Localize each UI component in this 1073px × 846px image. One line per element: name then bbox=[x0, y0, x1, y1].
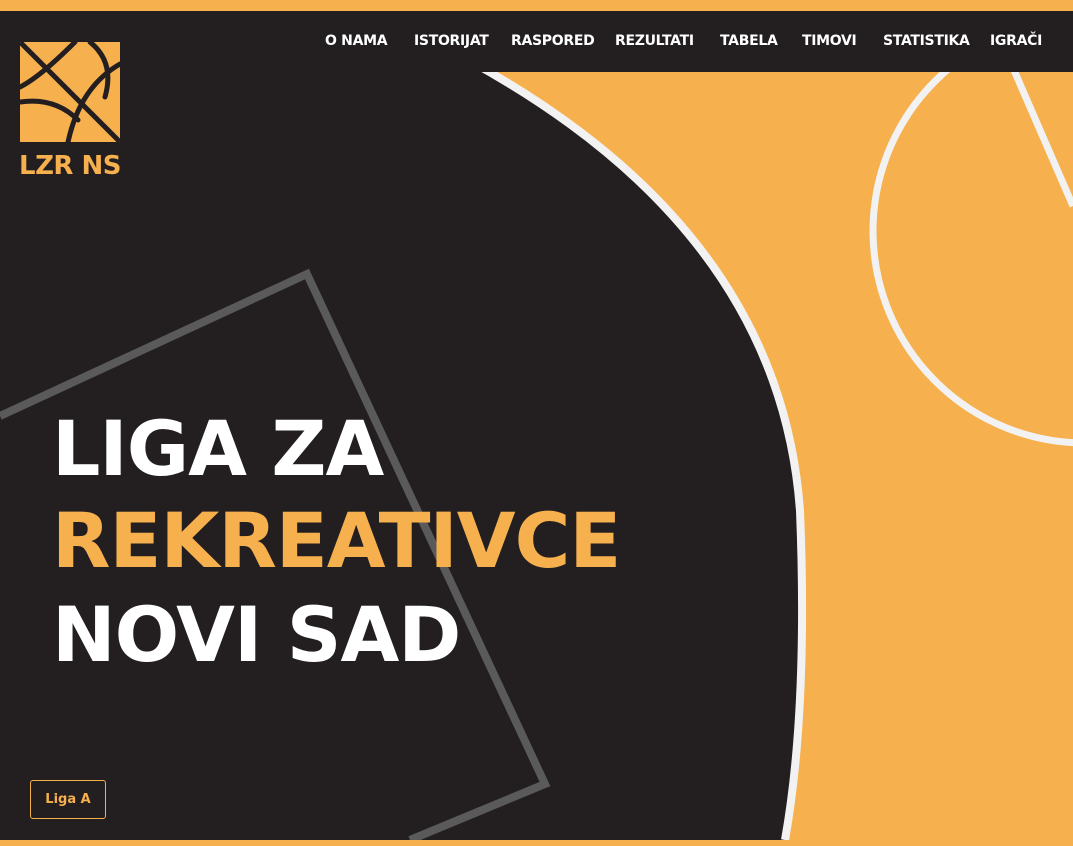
nav-item-statistika[interactable]: STATISTIKA bbox=[883, 33, 970, 49]
hero-title-line3: NOVI SAD bbox=[52, 590, 461, 679]
nav-item-igraci[interactable]: IGRAČI bbox=[990, 33, 1042, 49]
nav-item-o-nama[interactable]: O NAMA bbox=[325, 33, 388, 49]
logo-text[interactable]: LZR NS bbox=[19, 151, 121, 181]
basketball-icon[interactable] bbox=[20, 42, 120, 142]
nav-item-istorijat[interactable]: ISTORIJAT bbox=[414, 33, 489, 49]
hero-section: O NAMA ISTORIJAT RASPORED REZULTATI TABE… bbox=[0, 11, 1073, 840]
liga-a-button[interactable]: Liga A bbox=[30, 780, 106, 819]
nav-item-timovi[interactable]: TIMOVI bbox=[802, 33, 857, 49]
top-navigation: O NAMA ISTORIJAT RASPORED REZULTATI TABE… bbox=[0, 11, 1073, 72]
nav-item-raspored[interactable]: RASPORED bbox=[511, 33, 595, 49]
nav-item-tabela[interactable]: TABELA bbox=[720, 33, 778, 49]
nav-item-rezultati[interactable]: REZULTATI bbox=[615, 33, 694, 49]
hero-title-line1: LIGA ZA bbox=[52, 404, 384, 493]
hero-title-line2: REKREATIVCE bbox=[52, 496, 621, 585]
